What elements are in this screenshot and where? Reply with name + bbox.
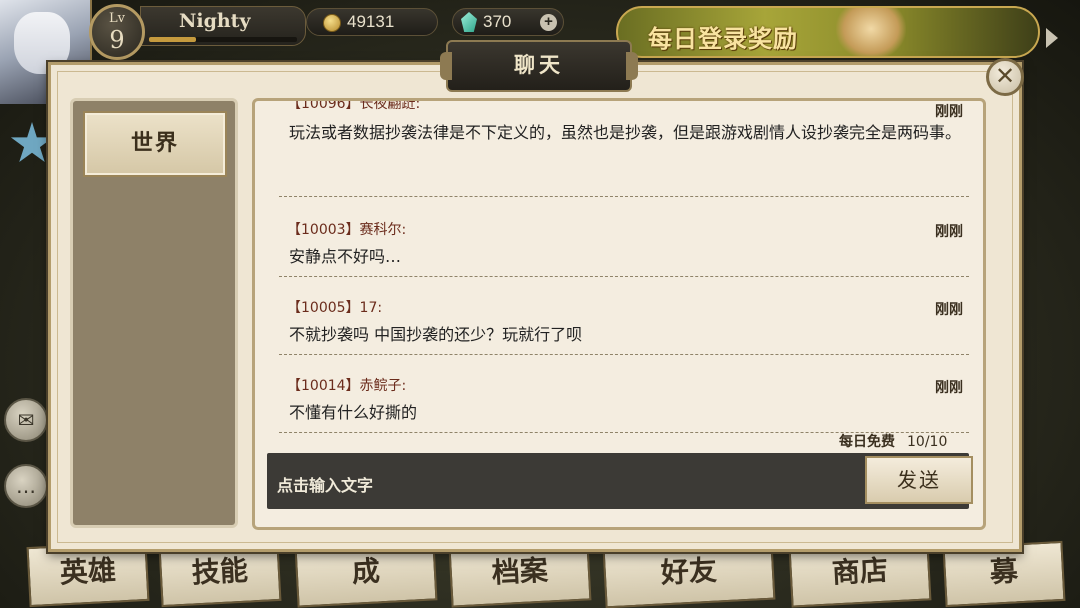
message-area: 【10096】长夜翩跹: 刚刚 玩法或者数据抄袭法律是不下定义的，虽然也是抄袭，… [252, 98, 986, 530]
coin-counter: 49131 [306, 8, 438, 36]
close-icon[interactable]: ✕ [986, 58, 1024, 96]
add-gems-button[interactable]: + [540, 14, 557, 31]
chat-bubble-icon[interactable]: … [4, 464, 48, 508]
list-item: 【10096】长夜翩跹: 刚刚 玩法或者数据抄袭法律是不下定义的，虽然也是抄袭，… [279, 101, 969, 197]
message-text: 不就抄袭吗 中国抄袭的还少？玩就行了呗 [289, 325, 583, 344]
exp-bar [149, 37, 297, 42]
list-item: 【10014】赤鲩子: 刚刚 不懂有什么好撕的 [279, 375, 969, 433]
daily-free-counter: 每日免费 10/10 [839, 431, 947, 451]
message-sender: 【10003】赛科尔: [287, 222, 407, 238]
mail-icon[interactable]: ✉ [4, 398, 48, 442]
message-sender: 【10096】长夜翩跹: [287, 101, 421, 112]
message-sender: 【10014】赤鲩子: [287, 378, 407, 394]
chat-input-bar: 点击输入文字 发送 [267, 453, 973, 509]
message-text: 玩法或者数据抄袭法律是不下定义的，虽然也是抄袭，但是跟游戏剧情人设抄袭完全是两码… [289, 123, 962, 142]
banner-character-icon [836, 8, 906, 56]
daily-login-label: 每日登录奖励 [648, 25, 798, 53]
level-badge: Lv 9 [89, 4, 145, 60]
message-time: 刚刚 [935, 380, 963, 396]
level-prefix: Lv [109, 11, 125, 26]
message-text: 不懂有什么好撕的 [289, 403, 418, 422]
list-item: 【10005】17: 刚刚 不就抄袭吗 中国抄袭的还少？玩就行了呗 [279, 297, 969, 355]
exp-bar-fill [149, 37, 197, 42]
gem-value: 370 [483, 12, 512, 31]
send-button[interactable]: 发送 [865, 456, 973, 504]
coin-icon [323, 14, 341, 32]
panel-title: 聊天 [440, 40, 638, 92]
message-sender: 【10005】17: [287, 300, 383, 316]
list-item: 【10003】赛科尔: 刚刚 安静点不好吗… [279, 219, 969, 277]
player-name-plate: Nighty [140, 6, 306, 46]
level-number: 9 [109, 26, 125, 54]
message-list[interactable]: 【10096】长夜翩跹: 刚刚 玩法或者数据抄袭法律是不下定义的，虽然也是抄袭，… [255, 101, 983, 441]
channel-sidebar: 世界 [70, 98, 238, 528]
message-text: 安静点不好吗… [289, 247, 402, 266]
daily-login-banner[interactable]: 每日登录奖励 [616, 6, 1040, 58]
free-count-value: 10/10 [907, 434, 948, 450]
gem-counter: 370 + [452, 8, 564, 36]
player-name: Nighty [179, 10, 251, 32]
message-time: 刚刚 [935, 224, 963, 240]
chat-input[interactable]: 点击输入文字 [277, 472, 373, 496]
chevron-right-icon[interactable] [1046, 28, 1058, 48]
coin-value: 49131 [347, 12, 395, 31]
gem-icon [461, 12, 477, 32]
tab-world[interactable]: 世界 [83, 111, 227, 177]
free-label: 每日免费 [839, 434, 895, 450]
message-time: 刚刚 [935, 302, 963, 318]
